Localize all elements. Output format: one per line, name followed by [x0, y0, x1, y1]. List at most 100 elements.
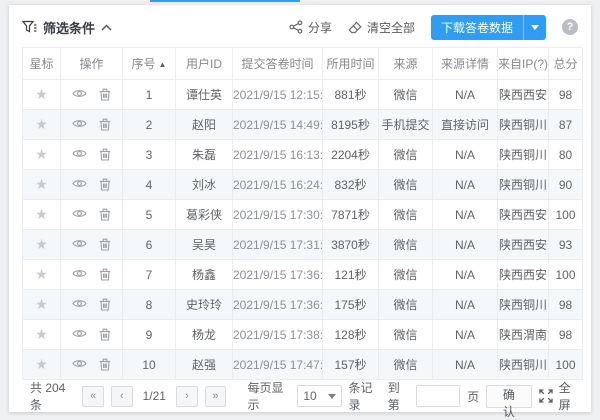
- delete-trash-icon[interactable]: [99, 178, 111, 191]
- cell-num: 1: [122, 79, 176, 110]
- clear-all-button[interactable]: 清空全部: [348, 19, 415, 36]
- cell-num: 10: [122, 349, 176, 380]
- cell-time: 2021/9/15 16:13:31: [232, 139, 323, 170]
- cell-time: 2021/9/15 17:31:53: [232, 229, 323, 260]
- cell-num: 2: [122, 109, 176, 140]
- help-icon[interactable]: ?: [562, 19, 578, 35]
- column-header-0: 星标: [22, 47, 61, 80]
- page-unit-label: 页: [467, 389, 480, 404]
- view-eye-icon[interactable]: [72, 328, 87, 341]
- collapse-chevron-icon[interactable]: [101, 23, 112, 31]
- column-header-2[interactable]: 序号 ▲: [122, 47, 176, 80]
- operations-cell: [60, 319, 123, 350]
- sort-asc-icon[interactable]: ▲: [159, 60, 167, 69]
- download-answers-button[interactable]: 下载答卷数据: [430, 14, 546, 40]
- delete-trash-icon[interactable]: [99, 268, 111, 281]
- cell-source_detail: N/A: [432, 169, 498, 200]
- star-icon[interactable]: ★: [35, 176, 48, 192]
- star-cell: ★: [22, 259, 61, 290]
- delete-trash-icon[interactable]: [99, 298, 111, 311]
- delete-trash-icon[interactable]: [99, 148, 111, 161]
- cell-ip: 陕西铜川: [497, 109, 549, 140]
- operations-cell: [60, 109, 123, 140]
- cell-num: 4: [122, 169, 176, 200]
- cell-source_detail: N/A: [432, 349, 498, 380]
- cell-time: 2021/9/15 17:47:21: [232, 349, 323, 380]
- view-eye-icon[interactable]: [72, 208, 87, 221]
- fullscreen-label: 全屏: [558, 381, 571, 412]
- star-icon[interactable]: ★: [35, 236, 48, 252]
- column-header-8: 来自IP(?): [497, 47, 549, 80]
- star-cell: ★: [22, 169, 61, 200]
- cell-num: 5: [122, 199, 176, 230]
- view-eye-icon[interactable]: [72, 238, 87, 251]
- goto-page-input[interactable]: [416, 385, 461, 407]
- cell-time: 2021/9/15 16:24:35: [232, 169, 323, 200]
- filter-funnel-icon: [22, 20, 37, 34]
- cell-duration: 8195秒: [322, 109, 379, 140]
- cell-duration: 832秒: [322, 169, 379, 200]
- view-eye-icon[interactable]: [72, 268, 87, 281]
- cell-user: 葛彩侠: [175, 199, 233, 230]
- view-eye-icon[interactable]: [72, 148, 87, 161]
- filter-conditions-toggle[interactable]: 筛选条件: [22, 18, 112, 37]
- last-page-button[interactable]: »: [204, 385, 227, 407]
- cell-source_detail: N/A: [432, 259, 498, 290]
- delete-trash-icon[interactable]: [99, 118, 111, 131]
- star-icon[interactable]: ★: [35, 116, 48, 132]
- table-row: ★ 6吴昊2021/9/15 17:31:533870秒微信N/A陕西西安93: [22, 229, 583, 260]
- confirm-button[interactable]: 确认: [486, 384, 532, 419]
- first-page-button[interactable]: «: [82, 385, 104, 407]
- star-icon[interactable]: ★: [35, 86, 48, 102]
- column-header-label: 来源详情: [440, 57, 489, 71]
- star-icon[interactable]: ★: [35, 266, 48, 282]
- cell-source: 微信: [378, 229, 433, 260]
- cell-ip: 陕西西安: [497, 229, 549, 260]
- star-icon[interactable]: ★: [35, 326, 48, 342]
- per-page-value: 10: [303, 389, 317, 403]
- table-row: ★ 9杨龙2021/9/15 17:38:17128秒微信N/A陕西渭南98: [22, 319, 583, 350]
- prev-page-button[interactable]: ‹: [110, 385, 133, 407]
- delete-trash-icon[interactable]: [99, 328, 111, 341]
- star-icon[interactable]: ★: [35, 206, 48, 222]
- view-eye-icon[interactable]: [72, 118, 87, 131]
- next-page-button[interactable]: ›: [175, 385, 198, 407]
- cell-source: 微信: [378, 79, 433, 110]
- cell-time: 2021/9/15 17:36:37: [232, 289, 323, 320]
- cell-score: 98: [548, 289, 583, 320]
- cell-duration: 3870秒: [322, 229, 379, 260]
- delete-trash-icon[interactable]: [99, 238, 111, 251]
- cell-source_detail: N/A: [432, 139, 498, 170]
- cell-time: 2021/9/15 14:49:13: [232, 109, 323, 140]
- cell-time: 2021/9/15 12:15:10: [232, 79, 323, 110]
- cell-source: 微信: [378, 139, 433, 170]
- view-eye-icon[interactable]: [72, 178, 87, 191]
- star-icon[interactable]: ★: [35, 146, 48, 162]
- star-icon[interactable]: ★: [35, 356, 48, 372]
- per-page-select[interactable]: 10: [297, 385, 342, 407]
- cell-ip: 陕西西安: [497, 79, 549, 110]
- delete-trash-icon[interactable]: [99, 88, 111, 101]
- column-header-label: 提交答卷时间: [241, 57, 314, 71]
- view-eye-icon[interactable]: [72, 358, 87, 371]
- eraser-icon: [348, 21, 362, 34]
- column-header-5: 所用时间: [322, 47, 379, 80]
- fullscreen-button[interactable]: 全屏: [539, 379, 578, 413]
- toolbar: 筛选条件 分享 清空全部 下载答卷数据 ?: [9, 5, 591, 45]
- view-eye-icon[interactable]: [72, 298, 87, 311]
- clear-all-label: 清空全部: [366, 20, 415, 35]
- column-header-label: 星标: [29, 57, 54, 71]
- download-dropdown-toggle[interactable]: [523, 14, 546, 40]
- star-icon[interactable]: ★: [35, 296, 48, 312]
- share-button[interactable]: 分享: [289, 19, 332, 36]
- cell-source_detail: 直接访问: [432, 109, 498, 140]
- cell-ip: 陕西西安: [497, 259, 549, 290]
- operations-cell: [60, 349, 123, 380]
- view-eye-icon[interactable]: [72, 88, 87, 101]
- cell-source_detail: N/A: [432, 199, 498, 230]
- cell-user: 刘冰: [175, 169, 233, 200]
- delete-trash-icon[interactable]: [99, 208, 111, 221]
- column-header-label: 总分: [553, 57, 578, 71]
- pagination-bar: 共 204 条 « ‹ 1/21 › » 每页显示 10 条记录 到第 页 确认: [9, 379, 591, 419]
- delete-trash-icon[interactable]: [99, 358, 111, 371]
